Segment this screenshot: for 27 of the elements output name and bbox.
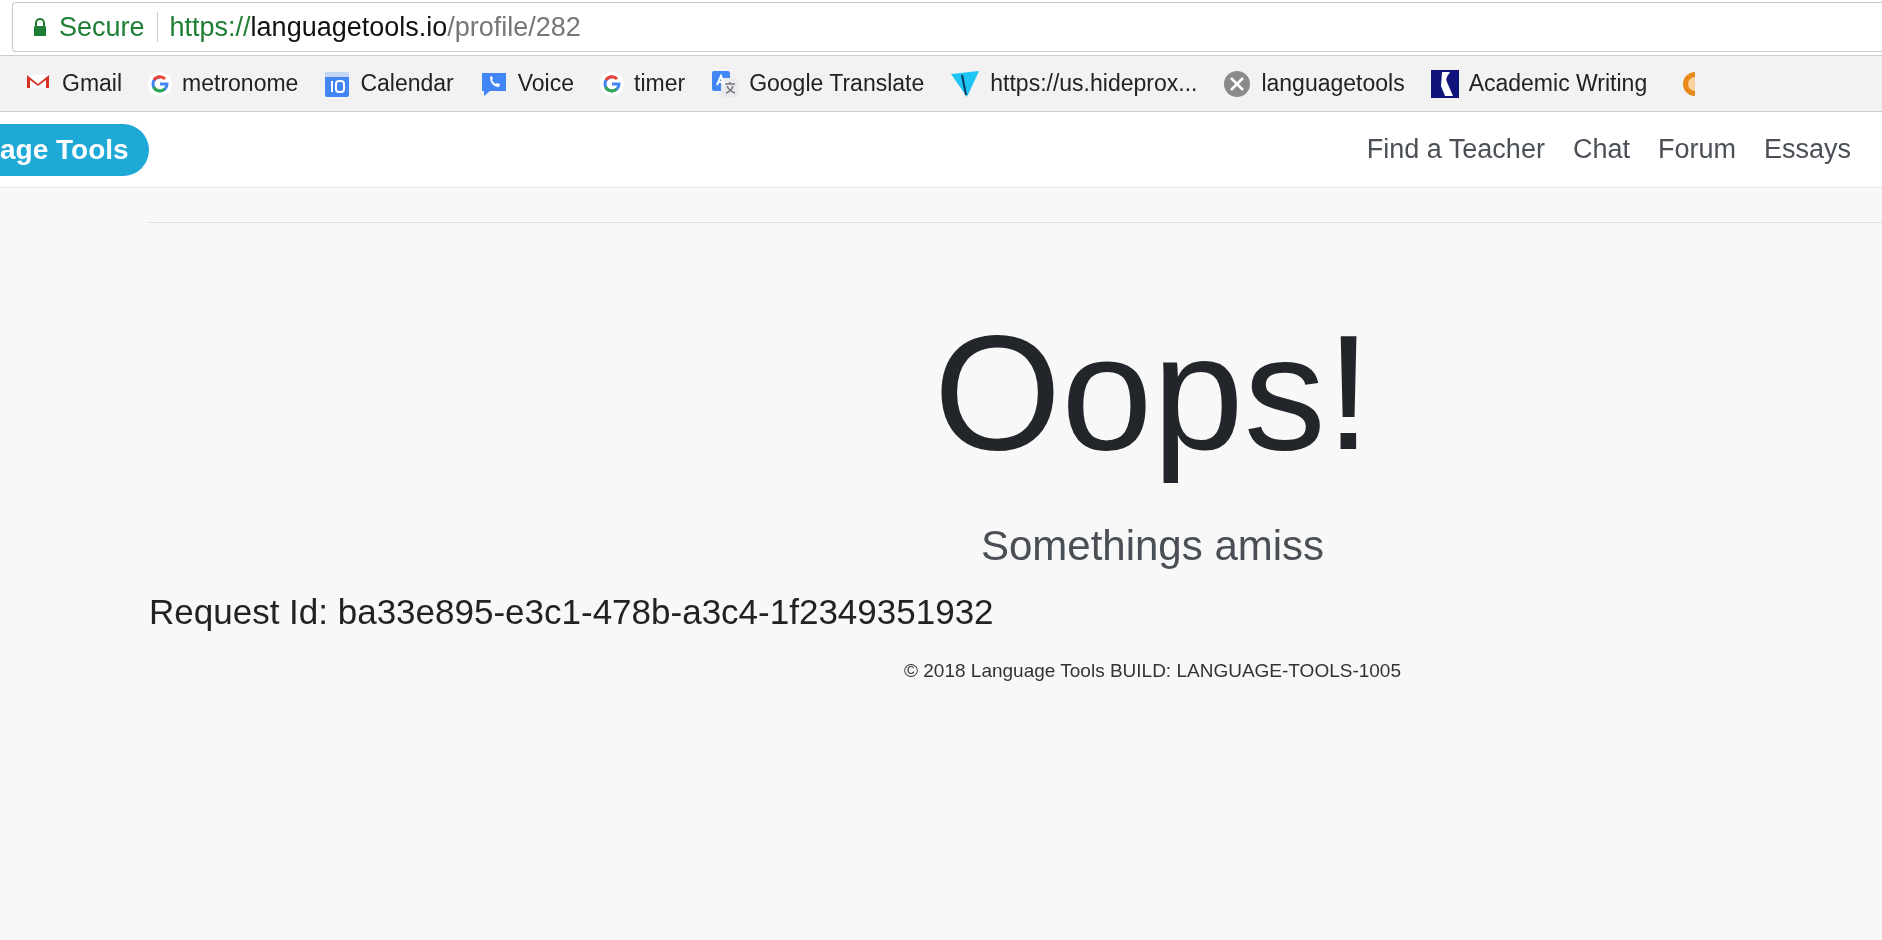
url-text: https://languagetools.io/profile/282 xyxy=(169,11,581,43)
paper-plane-icon xyxy=(950,69,981,98)
bookmark[interactable]: metronome xyxy=(148,70,299,97)
bookmark[interactable]: Voice xyxy=(479,69,574,98)
calendar-icon xyxy=(324,69,351,98)
request-id: Request Id: ba33e895-e3c1-478b-a3c4-1f2349351932 xyxy=(149,591,995,632)
badge-icon[interactable] xyxy=(1681,69,1696,98)
nav-link[interactable]: Essays xyxy=(1763,134,1851,165)
bookmark[interactable]: https://us.hideprox... xyxy=(950,69,1198,98)
bookmark[interactable]: Google Translate xyxy=(711,69,925,98)
bookmark[interactable]: Calendar xyxy=(324,69,454,98)
footer-text: © 2018 Language Tools BUILD: LANGUAGE-TOOLS-1005 xyxy=(903,659,1402,682)
address-bar[interactable]: Secure https://languagetools.io/profile/282 xyxy=(12,2,1882,52)
bookmark[interactable]: timer xyxy=(600,70,686,97)
g-icon xyxy=(600,71,624,96)
error-title: Oops! xyxy=(932,300,1373,486)
security-label: Secure xyxy=(59,11,145,43)
bookmark[interactable]: Gmail xyxy=(24,69,123,98)
nav-link[interactable]: Chat xyxy=(1572,134,1630,165)
nav-link[interactable]: Find a Teacher xyxy=(1366,134,1545,165)
bookmark[interactable]: languagetools xyxy=(1223,69,1405,98)
g-icon xyxy=(148,71,173,96)
bookmark[interactable]: Academic Writing xyxy=(1430,69,1648,98)
error-subtitle: Somethings amiss xyxy=(979,521,1326,570)
translate-icon xyxy=(711,69,740,98)
nav-link[interactable]: Forum xyxy=(1657,134,1736,165)
lock-icon xyxy=(33,18,47,36)
